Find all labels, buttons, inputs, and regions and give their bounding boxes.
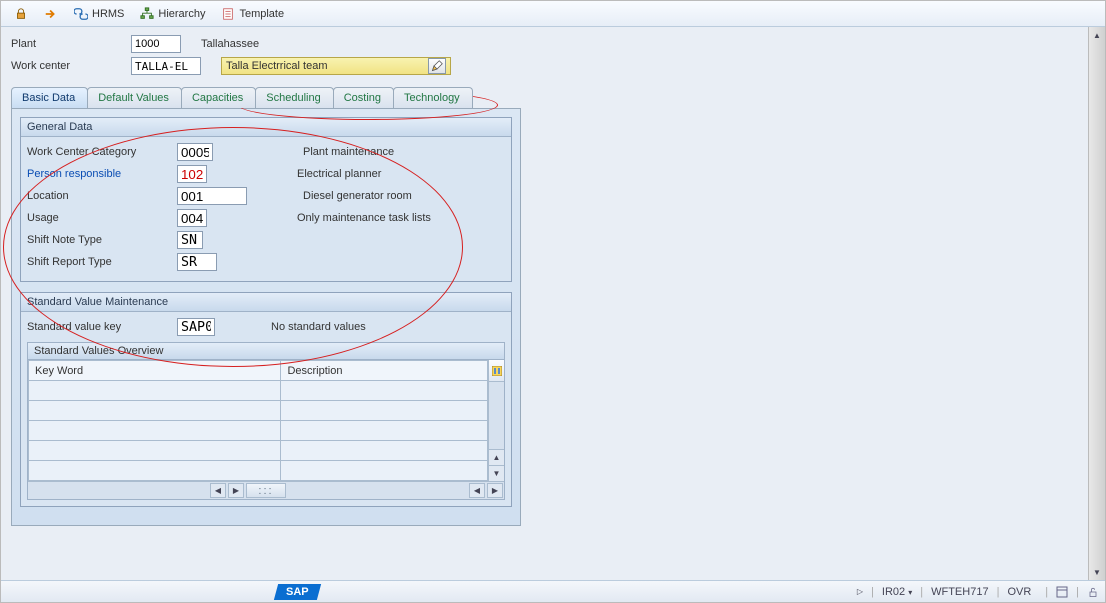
toolbar-hrms-label: HRMS: [92, 8, 124, 20]
app-toolbar: HRMS Hierarchy Template: [1, 1, 1105, 27]
person-responsible-link[interactable]: Person responsible: [27, 168, 177, 180]
table-hscroll-right-2[interactable]: ▶: [487, 483, 503, 498]
table-hscroll-left-2[interactable]: ◀: [469, 483, 485, 498]
table-vscroll-track[interactable]: [489, 382, 504, 449]
status-bar: SAP ▷ | IR02 ▾ | WFTEH717 | OVR | |: [1, 580, 1105, 602]
layout-icon: [1056, 586, 1068, 598]
toolbar-template-label: Template: [239, 8, 284, 20]
pencil-icon: [431, 60, 443, 72]
std-value-key-desc: No standard values: [271, 321, 366, 333]
shift-note-type-label: Shift Note Type: [27, 234, 177, 246]
table-hscroll-right-1[interactable]: ▶: [228, 483, 244, 498]
wc-category-label: Work Center Category: [27, 146, 177, 158]
status-lock-button[interactable]: [1087, 586, 1099, 598]
usage-desc: Only maintenance task lists: [297, 212, 431, 224]
std-value-key-label: Standard value key: [27, 321, 177, 333]
table-settings-icon: [492, 366, 502, 376]
tab-technology[interactable]: Technology: [393, 87, 473, 108]
window-vscroll[interactable]: ▲ ▼: [1088, 27, 1105, 580]
std-values-overview-title: Standard Values Overview: [28, 343, 504, 360]
table-vscroll-down[interactable]: ▼: [489, 465, 504, 481]
dropdown-icon: ▾: [908, 588, 912, 597]
col-keyword[interactable]: Key Word: [29, 361, 281, 381]
shift-report-type-input[interactable]: [177, 253, 217, 271]
workcenter-input[interactable]: [131, 57, 201, 75]
hierarchy-icon: [140, 7, 154, 21]
usage-input[interactable]: [177, 209, 207, 227]
std-values-overview: Standard Values Overview Key Word Descri…: [27, 342, 505, 500]
location-input[interactable]: [177, 187, 247, 205]
tab-scheduling[interactable]: Scheduling: [255, 87, 333, 108]
person-responsible-input[interactable]: [177, 165, 207, 183]
tab-default-values[interactable]: Default Values: [87, 87, 182, 108]
plant-label: Plant: [11, 38, 131, 50]
usage-label: Usage: [27, 212, 177, 224]
status-tcode[interactable]: IR02 ▾: [882, 586, 912, 598]
lock-icon: [14, 7, 28, 21]
lock-open-icon: [1087, 586, 1099, 598]
shift-report-type-label: Shift Report Type: [27, 256, 177, 268]
status-system: WFTEH717: [931, 586, 988, 598]
wc-category-desc: Plant maintenance: [303, 146, 394, 158]
tab-capacities[interactable]: Capacities: [181, 87, 256, 108]
toolbar-template-button[interactable]: Template: [214, 4, 291, 24]
wc-category-input[interactable]: [177, 143, 213, 161]
std-value-key-input[interactable]: [177, 318, 215, 336]
triangle-up-icon: ▲: [1093, 31, 1101, 40]
triangle-left-icon: ◀: [215, 486, 221, 495]
toolbar-back-button[interactable]: [7, 4, 35, 24]
tab-strip: Basic Data Default Values Capacities Sch…: [11, 87, 1078, 108]
table-row[interactable]: [29, 401, 488, 421]
status-mode: OVR: [1007, 586, 1031, 598]
col-description[interactable]: Description: [281, 361, 488, 381]
window-vscroll-down[interactable]: ▼: [1089, 564, 1105, 580]
shift-note-type-input[interactable]: [177, 231, 203, 249]
table-hscroll-left-1[interactable]: ◀: [210, 483, 226, 498]
triangle-left-icon: ◀: [474, 486, 480, 495]
triangle-right-icon: ▶: [492, 486, 498, 495]
triangle-right-icon: ▶: [233, 486, 239, 495]
std-value-group: Standard Value Maintenance Standard valu…: [20, 292, 512, 507]
triangle-down-icon: ▼: [1093, 568, 1101, 577]
table-row[interactable]: [29, 441, 488, 461]
tab-basic-data[interactable]: Basic Data: [11, 87, 88, 108]
template-icon: [221, 7, 235, 21]
link-icon: [74, 7, 88, 21]
table-config-button[interactable]: [489, 360, 504, 382]
plant-input[interactable]: [131, 35, 181, 53]
workcenter-description-text: Talla Electrrical team: [226, 60, 327, 72]
workcenter-label: Work center: [11, 60, 131, 72]
general-data-title: General Data: [21, 118, 511, 137]
person-responsible-desc: Electrical planner: [297, 168, 381, 180]
location-desc: Diesel generator room: [303, 190, 412, 202]
table-row[interactable]: [29, 461, 488, 481]
toolbar-exec-button[interactable]: [37, 4, 65, 24]
table-row[interactable]: [29, 421, 488, 441]
long-text-button[interactable]: [428, 58, 446, 74]
table-row[interactable]: [29, 381, 488, 401]
std-value-title: Standard Value Maintenance: [21, 293, 511, 312]
location-label: Location: [27, 190, 177, 202]
toolbar-hrms-button[interactable]: HRMS: [67, 4, 131, 24]
triangle-down-icon: ▼: [493, 469, 501, 478]
toolbar-hierarchy-button[interactable]: Hierarchy: [133, 4, 212, 24]
tab-costing[interactable]: Costing: [333, 87, 394, 108]
workcenter-description-field[interactable]: Talla Electrrical team: [221, 57, 451, 75]
status-nav-icon[interactable]: ▷: [857, 587, 863, 596]
triangle-up-icon: ▲: [493, 453, 501, 462]
general-data-group: General Data Work Center Category Plant …: [20, 117, 512, 282]
plant-description: Tallahassee: [201, 38, 259, 50]
window-vscroll-up[interactable]: ▲: [1089, 27, 1105, 43]
toolbar-hierarchy-label: Hierarchy: [158, 8, 205, 20]
table-vscroll-up[interactable]: ▲: [489, 449, 504, 465]
std-values-table: Key Word Description: [28, 360, 488, 481]
tab-body: General Data Work Center Category Plant …: [11, 108, 521, 526]
table-hscroll-thumb[interactable]: :::: [246, 483, 286, 498]
arrow-right-icon: [44, 7, 58, 21]
sap-logo: SAP: [274, 584, 321, 600]
status-layout-button[interactable]: [1056, 586, 1068, 598]
